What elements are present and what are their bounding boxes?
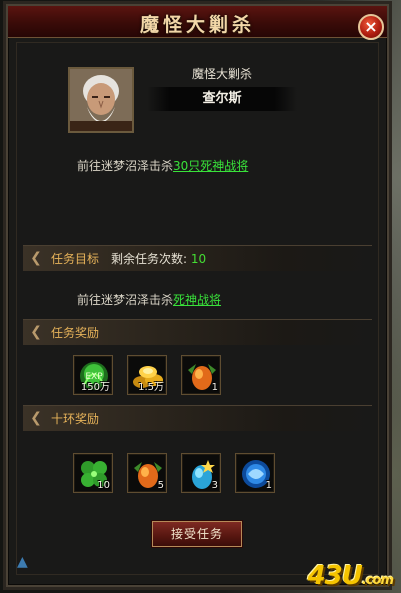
remaining-count: 剩余任务次数: 10 xyxy=(111,250,206,267)
quest-description: 前往迷梦沼泽击杀30只死神战将 xyxy=(77,157,248,174)
ten-ring-rewards-list: 10 5 3 1 xyxy=(73,453,275,493)
reward-count: 1 xyxy=(265,480,272,491)
reward-slot[interactable]: 10 xyxy=(73,453,113,493)
chevron-left-icon: ❮ xyxy=(30,410,42,426)
task-goal-link[interactable]: 死神战将 xyxy=(173,293,221,307)
corner-ornament-icon: ▲ xyxy=(17,554,28,570)
task-goal-text: 前往迷梦沼泽击杀 xyxy=(77,293,174,307)
reward-slot[interactable]: 1.5万 xyxy=(127,355,167,395)
task-rewards-list: EXP 150万 1.5万 1 xyxy=(73,355,221,395)
task-goal-label: 任务目标 xyxy=(51,252,100,266)
npc-face-icon xyxy=(70,69,132,131)
title-bar[interactable]: 魔怪大剿杀 xyxy=(8,6,387,38)
quest-dialog: 魔怪大剿杀 × 魔怪大剿杀 查尔斯 前往迷梦沼泽击杀30只死神战将 ❮ 任务目标… xyxy=(6,4,389,587)
reward-slot[interactable]: 1 xyxy=(235,453,275,493)
site-watermark: 43U.com xyxy=(307,561,394,591)
npc-portrait xyxy=(68,67,134,133)
chevron-left-icon: ❮ xyxy=(30,250,42,266)
reward-count: 3 xyxy=(211,480,218,491)
reward-slot[interactable]: 1 xyxy=(181,355,221,395)
quest-target-link[interactable]: 30只死神战将 xyxy=(173,159,248,173)
watermark-main: 43U xyxy=(307,561,363,591)
ten-ring-rewards-header[interactable]: ❮ 十环奖励 xyxy=(23,405,372,431)
dialog-content: 魔怪大剿杀 查尔斯 前往迷梦沼泽击杀30只死神战将 ❮ 任务目标 剩余任务次数:… xyxy=(16,42,379,575)
dialog-title: 魔怪大剿杀 xyxy=(139,14,255,36)
reward-count: 1.5万 xyxy=(138,382,164,393)
task-rewards-header[interactable]: ❮ 任务奖励 xyxy=(23,319,372,345)
npc-name: 查尔斯 xyxy=(147,87,297,111)
accept-quest-button[interactable]: 接受任务 xyxy=(152,521,242,547)
close-icon: × xyxy=(364,17,378,36)
reward-slot[interactable]: EXP 150万 xyxy=(73,355,113,395)
remaining-label: 剩余任务次数: xyxy=(111,252,188,266)
remaining-value: 10 xyxy=(190,252,207,266)
npc-title: 魔怪大剿杀 xyxy=(191,67,252,81)
quest-description-text: 前往迷梦沼泽击杀 xyxy=(77,159,174,173)
task-goal-description: 前往迷梦沼泽击杀死神战将 xyxy=(77,291,221,308)
task-goal-header[interactable]: ❮ 任务目标 剩余任务次数: 10 xyxy=(23,245,372,271)
close-button[interactable]: × xyxy=(358,14,384,40)
reward-count: 5 xyxy=(157,480,164,491)
reward-slot[interactable]: 3 xyxy=(181,453,221,493)
chevron-left-icon: ❮ xyxy=(30,324,42,340)
reward-count: 10 xyxy=(97,480,110,491)
watermark-suffix: .com xyxy=(361,573,394,588)
reward-count: 150万 xyxy=(80,382,110,393)
reward-count: 1 xyxy=(211,382,218,393)
ten-ring-rewards-label: 十环奖励 xyxy=(51,412,100,426)
task-rewards-label: 任务奖励 xyxy=(51,326,100,340)
reward-slot[interactable]: 5 xyxy=(127,453,167,493)
